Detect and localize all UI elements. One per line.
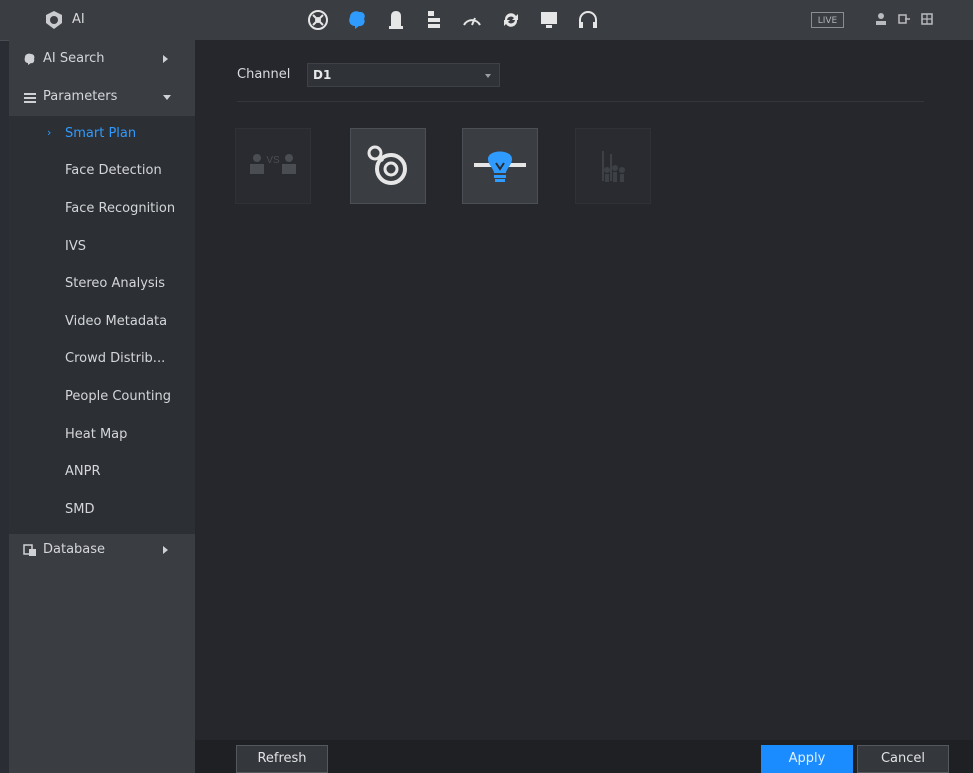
ai-app-logo-icon: [43, 9, 65, 31]
sidebar-item-video-metadata[interactable]: Video Metadata: [9, 304, 195, 340]
smart-plan-ivs-tile[interactable]: [350, 128, 426, 204]
vs-text: VS: [266, 155, 280, 166]
database-icon: [23, 543, 37, 557]
monitor-icon[interactable]: [535, 6, 563, 34]
chevron-down-icon: [163, 95, 171, 100]
ai-brain-icon[interactable]: [343, 6, 371, 34]
ai-search-icon: [23, 52, 37, 66]
sidebar-item-face-recognition[interactable]: Face Recognition: [9, 191, 195, 227]
user-icon[interactable]: [874, 11, 888, 27]
smart-plan-face-vs-tile[interactable]: VS: [235, 128, 311, 204]
logout-icon[interactable]: [897, 11, 911, 27]
storage-icon[interactable]: [420, 6, 448, 34]
performance-gauge-icon[interactable]: [458, 6, 486, 34]
list-icon: [23, 90, 37, 104]
refresh-button[interactable]: Refresh: [236, 745, 328, 773]
divider: [237, 101, 924, 102]
sidebar-item-face-detection[interactable]: Face Detection: [9, 153, 195, 189]
people-counting-icon: [602, 151, 625, 182]
top-bar: AI LIVE: [0, 0, 973, 41]
sidebar-item-ivs[interactable]: IVS: [9, 229, 195, 265]
sidebar-item-anpr[interactable]: ANPR: [9, 454, 195, 490]
ivs-target-icon: [367, 145, 407, 185]
smart-bulb-icon: [474, 151, 526, 182]
sidebar-item-parameters[interactable]: Parameters: [9, 80, 195, 116]
ptz-icon[interactable]: [304, 6, 332, 34]
apply-button[interactable]: Apply: [761, 745, 853, 773]
sidebar-item-smart-plan[interactable]: › Smart Plan: [9, 116, 195, 152]
grid-icon[interactable]: [920, 11, 934, 27]
refresh-sync-icon[interactable]: [497, 6, 525, 34]
face-vs-icon: VS: [250, 154, 296, 174]
cancel-button[interactable]: Cancel: [857, 745, 949, 773]
alarm-bell-icon[interactable]: [382, 6, 410, 34]
headset-icon[interactable]: [574, 6, 602, 34]
sidebar-item-stereo-analysis[interactable]: Stereo Analysis: [9, 266, 195, 302]
sidebar-item-ai-search[interactable]: AI Search: [9, 42, 195, 78]
chevron-right-icon: [163, 546, 168, 554]
smart-plan-people-counting-tile[interactable]: [575, 128, 651, 204]
active-chevron-icon: ›: [47, 126, 52, 139]
sidebar-item-database[interactable]: Database: [9, 533, 195, 569]
live-button[interactable]: LIVE: [811, 12, 844, 28]
sidebar-item-crowd-distribution[interactable]: Crowd Distrib...: [9, 341, 195, 377]
channel-label: Channel: [237, 67, 291, 82]
channel-value: D1: [313, 68, 332, 82]
top-right-tools: [874, 11, 934, 27]
sidebar-item-people-counting[interactable]: People Counting: [9, 379, 195, 415]
channel-select[interactable]: D1: [307, 63, 500, 87]
sidebar-item-smd[interactable]: SMD: [9, 492, 195, 528]
app-title: AI: [72, 12, 85, 27]
smart-plan-bulb-tile[interactable]: [462, 128, 538, 204]
sidebar-item-heat-map[interactable]: Heat Map: [9, 417, 195, 453]
dropdown-arrow-icon: [485, 74, 491, 78]
chevron-right-icon: [163, 55, 168, 63]
app-window: AI LIVE AI Search Parameters › Smart Pla…: [0, 0, 973, 773]
